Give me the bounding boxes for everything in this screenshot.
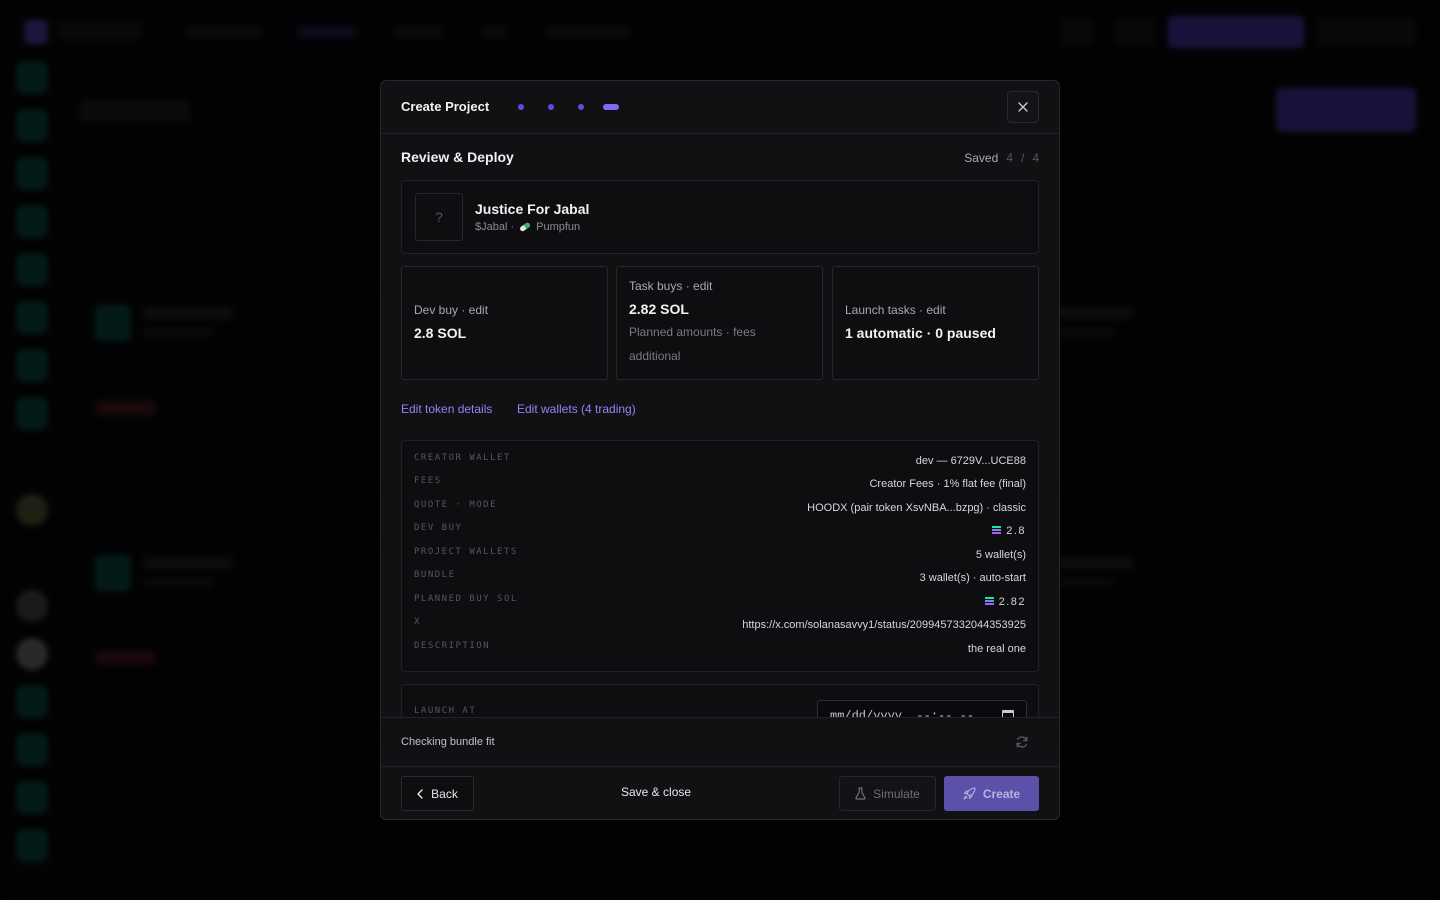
detail-value: dev — 6729V...UCE88: [915, 455, 1026, 467]
detail-key: DEV BUY: [414, 523, 463, 533]
save-close-button[interactable]: Save & close: [621, 785, 691, 799]
token-name: Justice For Jabal: [475, 201, 590, 217]
token-meta: $Jabal · Pumpfun: [475, 221, 580, 233]
detail-value: 2.8: [992, 525, 1026, 537]
token-summary-card: ? Justice For Jabal $Jabal · Pumpfun: [401, 180, 1039, 254]
task-buys-label: Task buys · edit: [629, 279, 713, 293]
refresh-icon[interactable]: [1015, 735, 1029, 749]
detail-value: the real one: [967, 643, 1026, 655]
dev-buy-card[interactable]: Dev buy · edit 2.8 SOL: [401, 266, 608, 380]
modal-body[interactable]: Review & Deploy Saved 4 / 4 ? Justice For J…: [381, 135, 1059, 717]
edit-wallets-link[interactable]: Edit wallets (4 trading): [517, 402, 636, 416]
step-current: 4: [1006, 151, 1013, 165]
launch-datetime-placeholder: mm/dd/yyyy, --:-- --: [830, 709, 975, 717]
dev-buy-label: Dev buy · edit: [414, 303, 489, 317]
token-platform: Pumpfun: [536, 221, 581, 233]
step-indicator-1[interactable]: [518, 104, 524, 110]
detail-key: CREATOR WALLET: [414, 453, 511, 463]
simulate-button[interactable]: Simulate: [839, 776, 936, 811]
launch-tasks-card[interactable]: Launch tasks · edit 1 automatic · 0 paus…: [832, 266, 1039, 380]
detail-value: 3 wallet(s) · auto-start: [919, 572, 1026, 584]
detail-value-text: 2.8: [1006, 525, 1026, 537]
detail-value: https://x.com/solanasavvy1/status/209945…: [742, 619, 1026, 631]
review-details-list: CREATOR WALLET dev — 6729V...UCE88 FEES Cre…: [401, 440, 1039, 672]
back-button[interactable]: Back: [401, 776, 474, 811]
save-status: Saved 4 / 4: [964, 151, 1039, 165]
task-buys-note: Planned amounts · fees additional: [629, 325, 756, 363]
detail-value: Creator Fees · 1% flat fee (final): [869, 478, 1026, 490]
token-image-placeholder: ?: [415, 193, 463, 241]
saved-label: Saved: [964, 151, 999, 165]
token-ticker: $Jabal ·: [475, 221, 515, 233]
detail-value: 5 wallet(s): [975, 549, 1026, 561]
section-title: Review & Deploy: [401, 149, 514, 165]
detail-key: DESCRIPTION: [414, 641, 491, 651]
modal-title: Create Project: [401, 99, 490, 114]
solana-icon: [992, 526, 1002, 534]
launch-datetime-input[interactable]: mm/dd/yyyy, --:-- --: [817, 700, 1027, 717]
rocket-icon: [963, 787, 976, 800]
task-buys-card[interactable]: Task buys · edit 2.82 SOL Planned amount…: [616, 266, 823, 380]
create-button-label: Create: [982, 786, 1021, 801]
step-indicator-2[interactable]: [548, 104, 554, 110]
detail-value: 2.82: [984, 596, 1026, 608]
calendar-icon[interactable]: [1002, 710, 1014, 717]
detail-key: QUOTE · MODE: [414, 500, 498, 510]
close-button[interactable]: [1007, 91, 1039, 123]
pill-icon: [520, 222, 531, 232]
step-separator: /: [1020, 151, 1025, 165]
launch-tasks-value: 1 automatic · 0 paused: [845, 325, 996, 341]
step-indicator-4[interactable]: [603, 104, 619, 110]
modal-header: Create Project: [381, 81, 1059, 134]
detail-value: HOODX (pair token XsvNBA...bzpg) · class…: [807, 502, 1026, 514]
dev-buy-value: 2.8 SOL: [414, 325, 467, 341]
detail-value-text: 2.82: [998, 596, 1026, 608]
solana-icon: [984, 597, 994, 605]
create-project-modal: Create Project Review & Deploy Saved 4 / 4 …: [380, 80, 1060, 820]
modal-footer: Back Save & close Simulate Create: [381, 767, 1059, 819]
close-icon: [1018, 102, 1028, 112]
simulate-button-label: Simulate: [873, 786, 920, 801]
launch-tasks-label: Launch tasks · edit: [845, 303, 946, 317]
step-total: 4: [1032, 151, 1039, 165]
detail-key: FEES: [414, 476, 442, 486]
detail-key: PROJECT WALLETS: [414, 547, 518, 557]
task-buys-value: 2.82 SOL: [629, 301, 689, 317]
create-button[interactable]: Create: [944, 776, 1039, 811]
bundle-status-bar: Checking bundle fit: [381, 717, 1059, 767]
bundle-status-text: Checking bundle fit: [401, 736, 495, 748]
step-indicator-3[interactable]: [578, 104, 584, 110]
detail-key: BUNDLE: [414, 570, 456, 580]
launch-at-card: LAUNCH AT mm/dd/yyyy, --:-- --: [401, 684, 1039, 717]
detail-key: PLANNED BUY SOL: [414, 594, 518, 604]
back-button-label: Back: [431, 786, 458, 801]
launch-at-label: LAUNCH AT: [414, 706, 477, 716]
flask-icon: [855, 787, 866, 800]
detail-key: X: [414, 617, 421, 627]
edit-token-details-link[interactable]: Edit token details: [401, 402, 492, 416]
chevron-left-icon: [417, 788, 423, 799]
